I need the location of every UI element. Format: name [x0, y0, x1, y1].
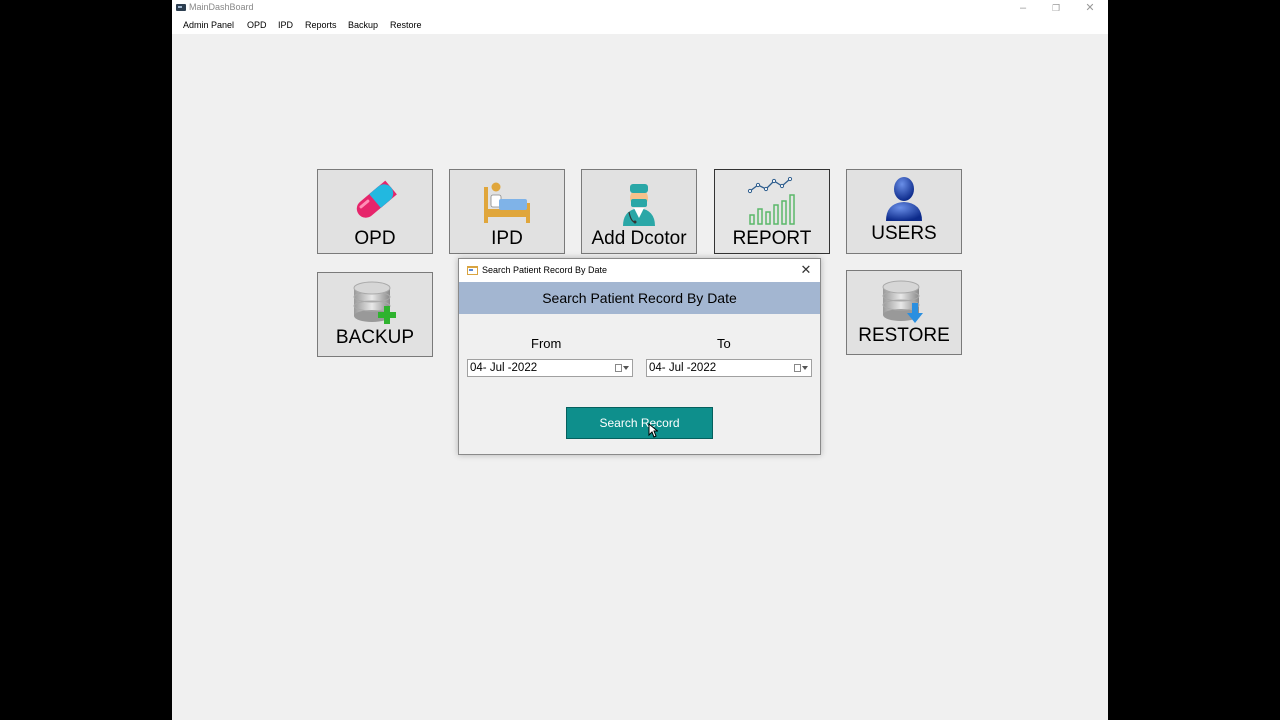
opd-tile-button[interactable]: OPD	[317, 169, 433, 254]
calendar-icon	[615, 364, 622, 372]
chart-icon	[747, 177, 795, 225]
to-date-picker[interactable]: 04- Jul -2022	[646, 359, 812, 377]
add-doctor-tile-button[interactable]: Add Dcotor	[581, 169, 697, 254]
restore-label: RESTORE	[858, 325, 950, 346]
bed-icon	[484, 182, 530, 223]
from-date-picker[interactable]: 04- Jul -2022	[467, 359, 633, 377]
dialog-title-bar: Search Patient Record By Date ✕	[459, 259, 820, 282]
menu-bar: Admin Panel OPD IPD Reports Backup Resto…	[172, 16, 1108, 34]
dialog-close-button[interactable]: ✕	[798, 262, 814, 278]
report-label: REPORT	[732, 228, 812, 249]
dropdown-arrow-icon[interactable]	[623, 366, 629, 370]
backup-label: BACKUP	[335, 327, 415, 348]
from-date-value: 04- Jul -2022	[470, 362, 538, 374]
to-label: To	[717, 336, 731, 351]
database-download-icon	[882, 280, 923, 323]
user-icon	[886, 177, 922, 221]
calendar-icon	[794, 364, 801, 372]
menu-opd[interactable]: OPD	[247, 20, 267, 30]
menu-admin-panel[interactable]: Admin Panel	[183, 20, 234, 30]
report-tile-button[interactable]: REPORT	[714, 169, 830, 254]
menu-ipd[interactable]: IPD	[278, 20, 293, 30]
menu-restore[interactable]: Restore	[390, 20, 422, 30]
minimize-button[interactable]: –	[1006, 0, 1040, 16]
users-tile-button[interactable]: USERS	[846, 169, 962, 254]
menu-backup[interactable]: Backup	[348, 20, 378, 30]
restore-tile-button[interactable]: RESTORE	[846, 270, 962, 355]
title-bar: MainDashBoard – ❐ ✕	[172, 0, 1108, 16]
dialog-title: Search Patient Record By Date	[482, 265, 608, 275]
window-title: MainDashBoard	[189, 2, 254, 12]
search-patient-dialog: Search Patient Record By Date ✕ Search P…	[458, 258, 821, 455]
opd-label: OPD	[354, 228, 396, 249]
ipd-label: IPD	[491, 228, 523, 249]
users-label: USERS	[871, 223, 937, 244]
ipd-tile-button[interactable]: IPD	[449, 169, 565, 254]
dropdown-arrow-icon[interactable]	[802, 366, 808, 370]
doctor-icon	[623, 184, 655, 226]
backup-tile-button[interactable]: BACKUP	[317, 272, 433, 357]
restore-button[interactable]: ❐	[1039, 0, 1073, 16]
pill-icon	[356, 180, 397, 218]
to-date-value: 04- Jul -2022	[649, 362, 717, 374]
form-icon	[467, 266, 478, 275]
database-add-icon	[353, 281, 396, 324]
dialog-header: Search Patient Record By Date	[459, 282, 820, 314]
menu-reports[interactable]: Reports	[305, 20, 337, 30]
app-icon	[176, 4, 186, 11]
close-button[interactable]: ✕	[1073, 0, 1107, 16]
mouse-cursor-icon	[648, 423, 658, 438]
search-record-button[interactable]: Search Record	[566, 407, 713, 439]
add-doctor-label: Add Dcotor	[591, 228, 687, 249]
from-label: From	[531, 336, 562, 351]
